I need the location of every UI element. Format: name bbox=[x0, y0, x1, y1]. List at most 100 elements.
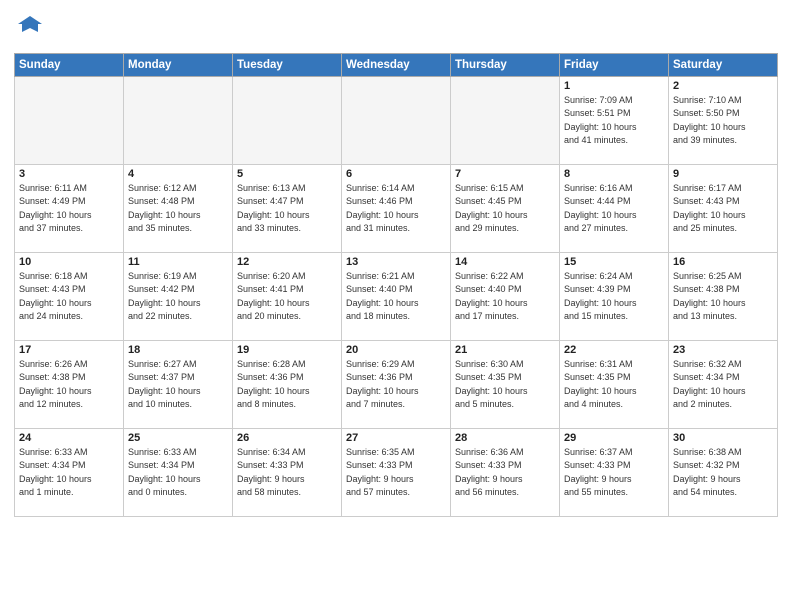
day-cell: 28 Sunrise: 6:36 AMSunset: 4:33 PMDayligh… bbox=[451, 428, 560, 516]
day-number: 13 bbox=[346, 256, 446, 268]
day-info: Sunrise: 6:38 AMSunset: 4:32 PMDaylight:… bbox=[673, 446, 773, 500]
day-info: Sunrise: 6:15 AMSunset: 4:45 PMDaylight:… bbox=[455, 182, 555, 236]
day-cell: 27Sunrise: 6:35 AMSunset: 4:33 PMDayligh… bbox=[342, 428, 451, 516]
day-number: 22 bbox=[564, 344, 664, 356]
day-cell: 20Sunrise: 6:29 AMSunset: 4:36 PMDayligh… bbox=[342, 340, 451, 428]
day-info: Sunrise: 6:28 AMSunset: 4:36 PMDaylight:… bbox=[237, 358, 337, 412]
day-cell: 3Sunrise: 6:11 AMSunset: 4:49 PMDaylight… bbox=[15, 164, 124, 252]
day-number: 11 bbox=[128, 256, 228, 268]
day-info: Sunrise: 6:20 AMSunset: 4:41 PMDaylight:… bbox=[237, 270, 337, 324]
day-info: Sunrise: 6:14 AMSunset: 4:46 PMDaylight:… bbox=[346, 182, 446, 236]
calendar-table: SundayMondayTuesdayWednesdayThursdayFrid… bbox=[14, 53, 778, 517]
day-cell: 21 Sunrise: 6:30 AMSunset: 4:35 PMDayligh… bbox=[451, 340, 560, 428]
day-number: 9 bbox=[673, 168, 773, 180]
day-info: Sunrise: 6:19 AMSunset: 4:42 PMDaylight:… bbox=[128, 270, 228, 324]
day-number: 20 bbox=[346, 344, 446, 356]
day-cell: 11 Sunrise: 6:19 AMSunset: 4:42 PMDayligh… bbox=[124, 252, 233, 340]
day-number: 8 bbox=[564, 168, 664, 180]
day-info: Sunrise: 6:18 AMSunset: 4:43 PMDaylight:… bbox=[19, 270, 119, 324]
day-info: Sunrise: 6:27 AMSunset: 4:37 PMDaylight:… bbox=[128, 358, 228, 412]
day-number: 16 bbox=[673, 256, 773, 268]
day-cell: 16 Sunrise: 6:25 AMSunset: 4:38 PMDayligh… bbox=[669, 252, 778, 340]
day-info: Sunrise: 6:13 AMSunset: 4:47 PMDaylight:… bbox=[237, 182, 337, 236]
logo-text bbox=[14, 14, 44, 47]
day-number: 14 bbox=[455, 256, 555, 268]
day-cell: 23 Sunrise: 6:32 AMSunset: 4:34 PMDayligh… bbox=[669, 340, 778, 428]
day-cell: 2 Sunrise: 7:10 AMSunset: 5:50 PMDaylight… bbox=[669, 76, 778, 164]
day-cell: 19Sunrise: 6:28 AMSunset: 4:36 PMDayligh… bbox=[233, 340, 342, 428]
day-number: 4 bbox=[128, 168, 228, 180]
day-info: Sunrise: 6:33 AMSunset: 4:34 PMDaylight:… bbox=[128, 446, 228, 500]
day-cell: 6 Sunrise: 6:14 AMSunset: 4:46 PMDaylight… bbox=[342, 164, 451, 252]
day-number: 17 bbox=[19, 344, 119, 356]
day-info: Sunrise: 7:10 AMSunset: 5:50 PMDaylight:… bbox=[673, 94, 773, 148]
day-cell: 26 Sunrise: 6:34 AMSunset: 4:33 PMDayligh… bbox=[233, 428, 342, 516]
day-number: 18 bbox=[128, 344, 228, 356]
day-info: Sunrise: 6:17 AMSunset: 4:43 PMDaylight:… bbox=[673, 182, 773, 236]
day-number: 1 bbox=[564, 80, 664, 92]
day-number: 28 bbox=[455, 432, 555, 444]
day-cell: 1Sunrise: 7:09 AMSunset: 5:51 PMDaylight… bbox=[560, 76, 669, 164]
day-cell: 24 Sunrise: 6:33 AMSunset: 4:34 PMDayligh… bbox=[15, 428, 124, 516]
day-info: Sunrise: 6:21 AMSunset: 4:40 PMDaylight:… bbox=[346, 270, 446, 324]
day-cell bbox=[233, 76, 342, 164]
header bbox=[14, 10, 778, 47]
day-cell: 25Sunrise: 6:33 AMSunset: 4:34 PMDayligh… bbox=[124, 428, 233, 516]
day-cell bbox=[124, 76, 233, 164]
day-cell bbox=[342, 76, 451, 164]
day-number: 10 bbox=[19, 256, 119, 268]
day-cell bbox=[15, 76, 124, 164]
day-cell: 8 Sunrise: 6:16 AMSunset: 4:44 PMDaylight… bbox=[560, 164, 669, 252]
day-info: Sunrise: 6:35 AMSunset: 4:33 PMDaylight:… bbox=[346, 446, 446, 500]
day-cell: 4 Sunrise: 6:12 AMSunset: 4:48 PMDaylight… bbox=[124, 164, 233, 252]
day-number: 7 bbox=[455, 168, 555, 180]
weekday-sunday: Sunday bbox=[15, 53, 124, 76]
day-info: Sunrise: 6:24 AMSunset: 4:39 PMDaylight:… bbox=[564, 270, 664, 324]
day-info: Sunrise: 6:33 AMSunset: 4:34 PMDaylight:… bbox=[19, 446, 119, 500]
day-number: 21 bbox=[455, 344, 555, 356]
page: SundayMondayTuesdayWednesdayThursdayFrid… bbox=[0, 0, 792, 612]
day-cell: 30 Sunrise: 6:38 AMSunset: 4:32 PMDayligh… bbox=[669, 428, 778, 516]
day-cell: 29Sunrise: 6:37 AMSunset: 4:33 PMDayligh… bbox=[560, 428, 669, 516]
day-number: 3 bbox=[19, 168, 119, 180]
week-row-4: 24 Sunrise: 6:33 AMSunset: 4:34 PMDayligh… bbox=[15, 428, 778, 516]
day-number: 2 bbox=[673, 80, 773, 92]
day-cell bbox=[451, 76, 560, 164]
day-cell: 13 Sunrise: 6:21 AMSunset: 4:40 PMDayligh… bbox=[342, 252, 451, 340]
weekday-wednesday: Wednesday bbox=[342, 53, 451, 76]
week-row-2: 10 Sunrise: 6:18 AMSunset: 4:43 PMDayligh… bbox=[15, 252, 778, 340]
day-info: Sunrise: 6:12 AMSunset: 4:48 PMDaylight:… bbox=[128, 182, 228, 236]
day-cell: 14 Sunrise: 6:22 AMSunset: 4:40 PMDayligh… bbox=[451, 252, 560, 340]
day-cell: 18 Sunrise: 6:27 AMSunset: 4:37 PMDayligh… bbox=[124, 340, 233, 428]
weekday-header-row: SundayMondayTuesdayWednesdayThursdayFrid… bbox=[15, 53, 778, 76]
day-info: Sunrise: 6:31 AMSunset: 4:35 PMDaylight:… bbox=[564, 358, 664, 412]
day-cell: 17Sunrise: 6:26 AMSunset: 4:38 PMDayligh… bbox=[15, 340, 124, 428]
weekday-tuesday: Tuesday bbox=[233, 53, 342, 76]
day-number: 12 bbox=[237, 256, 337, 268]
day-cell: 7 Sunrise: 6:15 AMSunset: 4:45 PMDaylight… bbox=[451, 164, 560, 252]
day-number: 5 bbox=[237, 168, 337, 180]
day-number: 15 bbox=[564, 256, 664, 268]
weekday-friday: Friday bbox=[560, 53, 669, 76]
weekday-thursday: Thursday bbox=[451, 53, 560, 76]
day-info: Sunrise: 6:36 AMSunset: 4:33 PMDaylight:… bbox=[455, 446, 555, 500]
week-row-3: 17Sunrise: 6:26 AMSunset: 4:38 PMDayligh… bbox=[15, 340, 778, 428]
day-number: 30 bbox=[673, 432, 773, 444]
day-number: 26 bbox=[237, 432, 337, 444]
day-cell: 22 Sunrise: 6:31 AMSunset: 4:35 PMDayligh… bbox=[560, 340, 669, 428]
day-number: 23 bbox=[673, 344, 773, 356]
day-info: Sunrise: 6:32 AMSunset: 4:34 PMDaylight:… bbox=[673, 358, 773, 412]
day-info: Sunrise: 6:22 AMSunset: 4:40 PMDaylight:… bbox=[455, 270, 555, 324]
day-info: Sunrise: 6:16 AMSunset: 4:44 PMDaylight:… bbox=[564, 182, 664, 236]
day-info: Sunrise: 6:25 AMSunset: 4:38 PMDaylight:… bbox=[673, 270, 773, 324]
logo bbox=[14, 14, 44, 47]
day-cell: 10 Sunrise: 6:18 AMSunset: 4:43 PMDayligh… bbox=[15, 252, 124, 340]
day-number: 6 bbox=[346, 168, 446, 180]
day-number: 24 bbox=[19, 432, 119, 444]
day-cell: 5 Sunrise: 6:13 AMSunset: 4:47 PMDaylight… bbox=[233, 164, 342, 252]
weekday-monday: Monday bbox=[124, 53, 233, 76]
week-row-0: 1Sunrise: 7:09 AMSunset: 5:51 PMDaylight… bbox=[15, 76, 778, 164]
day-info: Sunrise: 6:30 AMSunset: 4:35 PMDaylight:… bbox=[455, 358, 555, 412]
day-info: Sunrise: 6:34 AMSunset: 4:33 PMDaylight:… bbox=[237, 446, 337, 500]
logo-bird-icon bbox=[16, 14, 44, 42]
